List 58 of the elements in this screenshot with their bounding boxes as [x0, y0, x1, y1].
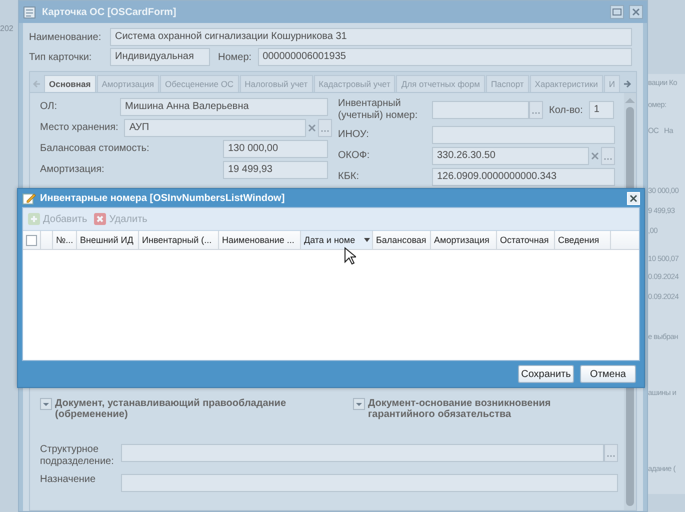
field-label: Наименование:	[29, 32, 102, 42]
column-header[interactable]: Сведения	[555, 231, 611, 249]
window-title: Карточка ОС [OSCardForm]	[42, 6, 178, 18]
text-field[interactable]	[432, 126, 615, 144]
column-header[interactable]: Внешний ИД	[77, 231, 139, 249]
window-title: Инвентарные номера [OSInvNumbersListWindow]	[40, 192, 286, 204]
browse-button[interactable]	[604, 444, 618, 462]
field-label: Номер:	[218, 52, 252, 62]
text-field[interactable]	[432, 101, 529, 119]
plus-icon	[27, 212, 41, 226]
text-field[interactable]: 330.26.30.50	[432, 146, 589, 164]
text-field[interactable]: 000000006001935	[258, 48, 632, 66]
tab[interactable]: Основная	[44, 75, 96, 92]
column-header[interactable]: Остаточная	[497, 231, 555, 249]
fieldset-title: Документ, устанавливающий правообладание (обременение)	[55, 398, 288, 420]
column-header[interactable]: Дата и номе	[301, 231, 373, 249]
field-label: ОКОФ:	[338, 150, 371, 162]
field-label: КБК:	[338, 170, 360, 182]
field-label: Назначение	[40, 474, 97, 486]
edit-icon	[22, 191, 36, 205]
text-field[interactable]: Индивидуальная	[110, 48, 210, 66]
field-label: ОЛ:	[40, 101, 58, 112]
field-label: Тип карточки:	[29, 52, 93, 62]
checkbox[interactable]	[26, 234, 37, 246]
field-label: Место хранения:	[40, 122, 118, 133]
field-label: Структурное подразделение:	[40, 444, 115, 468]
column-header[interactable]: Амортизация	[431, 231, 497, 249]
text-field[interactable]: 19 499,93	[223, 160, 328, 178]
field-label: ИНОУ:	[338, 128, 370, 140]
cancel-button[interactable]: Отмена	[580, 365, 636, 383]
text-field[interactable]	[121, 474, 618, 492]
column-header[interactable]: №...	[53, 231, 77, 249]
text-field[interactable]: 126.0909.0000000000.343	[432, 168, 615, 186]
column-header[interactable]: Балансовая	[373, 231, 431, 249]
browse-button[interactable]	[601, 146, 615, 164]
field-label: Инвентарный (учетный) номер:	[338, 98, 419, 122]
text-field[interactable]: Система охранной сигнализации Кошурникова 31	[110, 28, 632, 46]
fieldset-title: Документ-основание возникновения гарантийного обязательства	[368, 398, 552, 420]
card-icon	[23, 5, 37, 19]
text-field[interactable]: АУП	[124, 118, 306, 136]
field-label: Кол-во:	[549, 104, 583, 116]
text-field[interactable]: 130 000,00	[223, 140, 328, 158]
expand-toggle-icon[interactable]	[40, 398, 52, 410]
text-field[interactable]	[121, 444, 604, 462]
field-label: Амортизация:	[40, 164, 104, 175]
text-field[interactable]: 1	[588, 101, 614, 119]
cursor-icon	[344, 247, 356, 265]
expand-toggle-icon[interactable]	[353, 398, 365, 410]
maximize-icon[interactable]	[610, 5, 624, 19]
text-field[interactable]: Мишина Анна Валерьевна	[120, 98, 328, 116]
delete-icon	[93, 212, 108, 226]
background-text: 202	[0, 24, 14, 33]
save-button[interactable]: Сохранить	[518, 365, 574, 383]
column-header[interactable]: Инвентарный (...	[139, 231, 219, 249]
field-label: Балансовая стоимость:	[40, 143, 150, 154]
browse-button[interactable]	[529, 101, 543, 119]
up-arrow-icon[interactable]	[625, 97, 635, 103]
browse-button[interactable]	[318, 118, 332, 136]
